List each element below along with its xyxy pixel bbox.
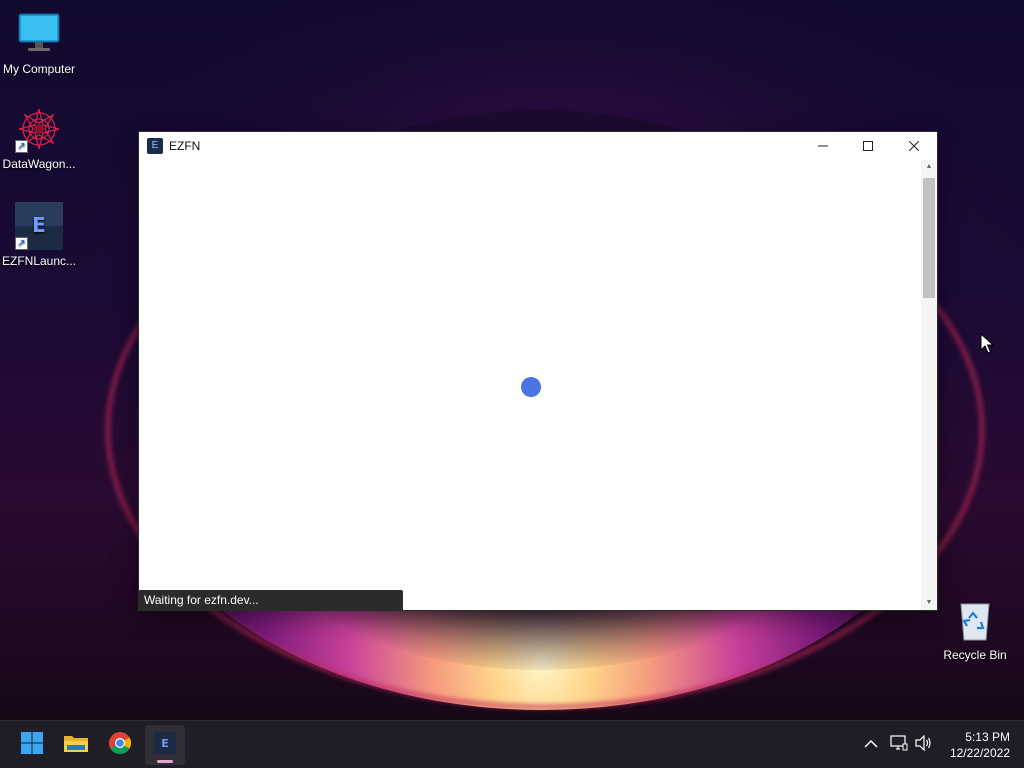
minimize-icon (818, 139, 828, 154)
windows-logo-icon (20, 731, 44, 760)
close-icon (908, 139, 920, 154)
mouse-cursor-icon (980, 332, 995, 360)
maximize-button[interactable] (845, 132, 891, 160)
loading-spinner (521, 377, 541, 397)
desktop-icon-label: My Computer (2, 62, 76, 76)
window-title: EZFN (169, 139, 201, 153)
svg-text:E: E (32, 213, 46, 237)
desktop-icon-recycle-bin[interactable]: Recycle Bin (936, 596, 1014, 662)
close-button[interactable] (891, 132, 937, 160)
scroll-up-button[interactable]: ▲ (921, 160, 937, 174)
ezfn-app-icon: E (154, 731, 176, 759)
chrome-icon (108, 731, 132, 760)
scroll-down-button[interactable]: ▼ (921, 596, 937, 610)
datawagon-icon: ↗ (15, 105, 63, 153)
taskbar-clock[interactable]: 5:13 PM 12/22/2022 (950, 729, 1010, 761)
desktop-icon-datawagon[interactable]: ↗ DataWagon... (0, 105, 78, 171)
window-titlebar[interactable]: E EZFN (139, 132, 937, 160)
taskbar-chrome[interactable] (100, 725, 140, 765)
network-button[interactable] (890, 734, 908, 756)
recycle-bin-icon (951, 596, 999, 644)
desktop-icon-my-computer[interactable]: My Computer (0, 10, 78, 76)
vertical-scrollbar[interactable]: ▲ ▼ (921, 160, 937, 610)
ezfn-window[interactable]: E EZFN ▲ ▼ Waiting for ezfn.dev... (138, 131, 938, 611)
taskbar-file-explorer[interactable] (56, 725, 96, 765)
desktop-icon-ezfn-launcher[interactable]: E ↗ EZFNLaunc... (0, 202, 78, 268)
folder-icon (63, 732, 89, 759)
active-app-indicator (157, 760, 173, 763)
taskbar: E 5:13 PM 12/22/2022 (0, 720, 1024, 768)
shortcut-arrow-icon: ↗ (15, 140, 28, 153)
svg-text:E: E (161, 737, 169, 750)
ezfn-app-icon: E ↗ (15, 202, 63, 250)
maximize-icon (863, 139, 873, 154)
status-bar: Waiting for ezfn.dev... (138, 590, 403, 611)
volume-button[interactable] (915, 734, 933, 756)
scroll-thumb[interactable] (923, 178, 935, 298)
desktop-icon-label: Recycle Bin (943, 648, 1007, 662)
clock-time: 5:13 PM (965, 730, 1010, 744)
webview-content[interactable] (139, 160, 921, 610)
chevron-up-icon (864, 736, 878, 754)
taskbar-ezfn-launcher[interactable]: E (145, 725, 185, 765)
show-hidden-icons-button[interactable] (864, 735, 878, 755)
minimize-button[interactable] (800, 132, 846, 160)
network-icon (890, 734, 908, 756)
desktop-icon-label: DataWagon... (2, 157, 76, 171)
shortcut-arrow-icon: ↗ (15, 237, 28, 250)
ezfn-app-icon: E (147, 138, 163, 154)
desktop-icon-label: EZFNLaunc... (1, 254, 77, 268)
start-button[interactable] (12, 725, 52, 765)
speaker-icon (915, 734, 933, 756)
clock-date: 12/22/2022 (949, 746, 1010, 760)
monitor-icon (15, 10, 63, 58)
